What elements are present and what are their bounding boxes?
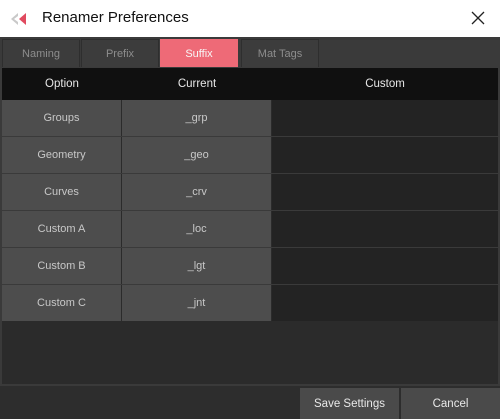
- custom-suffix-field[interactable]: [272, 285, 498, 321]
- tab-naming[interactable]: Naming: [2, 39, 80, 67]
- option-cell: Custom A: [2, 211, 121, 247]
- tab-bar: Naming Prefix Suffix Mat Tags: [0, 37, 500, 67]
- table-row: Curves _crv: [2, 174, 498, 211]
- current-cell: _lgt: [122, 248, 271, 284]
- dialog-body: Naming Prefix Suffix Mat Tags Option Cur…: [0, 37, 500, 419]
- cancel-button[interactable]: Cancel: [401, 388, 500, 419]
- table-row: Custom B _lgt: [2, 248, 498, 285]
- suffix-table: Option Current Custom Groups _grp Geomet…: [2, 68, 498, 384]
- custom-suffix-field[interactable]: [272, 137, 498, 173]
- option-cell: Groups: [2, 100, 121, 136]
- current-cell: _loc: [122, 211, 271, 247]
- table-row: Custom C _jnt: [2, 285, 498, 322]
- app-logo-icon: [11, 13, 26, 25]
- tab-prefix[interactable]: Prefix: [81, 39, 159, 67]
- option-cell: Curves: [2, 174, 121, 210]
- table-header: Option Current Custom: [2, 68, 498, 100]
- close-icon[interactable]: [468, 8, 488, 28]
- current-cell: _jnt: [122, 285, 271, 321]
- save-settings-button[interactable]: Save Settings: [300, 388, 399, 419]
- current-cell: _crv: [122, 174, 271, 210]
- column-header-current: Current: [177, 78, 217, 90]
- custom-suffix-field[interactable]: [272, 248, 498, 284]
- current-cell: _geo: [122, 137, 271, 173]
- button-bar: Save Settings Cancel: [0, 386, 500, 419]
- custom-suffix-field[interactable]: [272, 211, 498, 247]
- tab-mat-tags[interactable]: Mat Tags: [241, 39, 319, 67]
- option-cell: Geometry: [2, 137, 121, 173]
- custom-suffix-field[interactable]: [272, 174, 498, 210]
- window-title: Renamer Preferences: [42, 9, 189, 26]
- custom-suffix-field[interactable]: [272, 100, 498, 136]
- option-cell: Custom C: [2, 285, 121, 321]
- table-row: Geometry _geo: [2, 137, 498, 174]
- table-row: Custom A _loc: [2, 211, 498, 248]
- column-header-custom: Custom: [365, 78, 405, 90]
- table-row: Groups _grp: [2, 100, 498, 137]
- tab-suffix[interactable]: Suffix: [160, 39, 238, 67]
- current-cell: _grp: [122, 100, 271, 136]
- title-bar: Renamer Preferences: [0, 0, 500, 37]
- option-cell: Custom B: [2, 248, 121, 284]
- column-header-option: Option: [45, 78, 79, 90]
